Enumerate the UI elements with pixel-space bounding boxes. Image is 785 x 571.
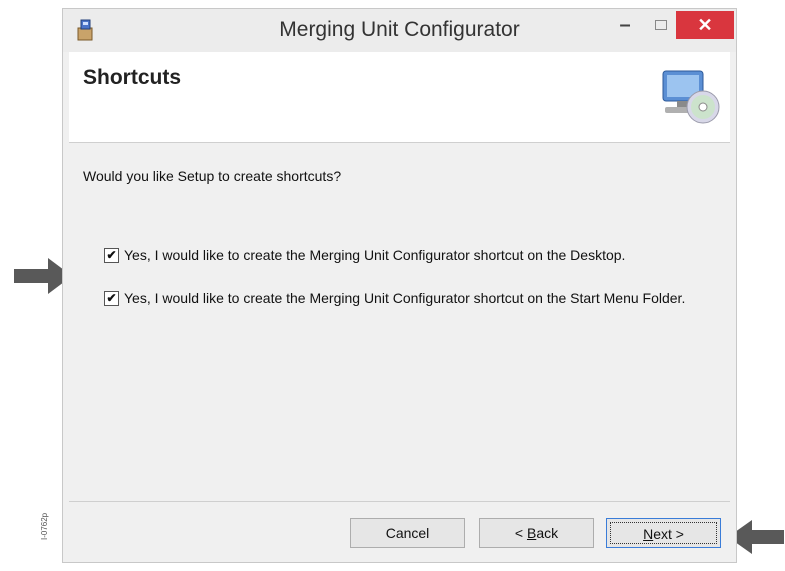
footer-divider [69, 501, 730, 502]
prompt-text: Would you like Setup to create shortcuts… [83, 168, 342, 184]
checkmark-icon: ✔ [106, 291, 117, 305]
next-focus-rect: Next > [610, 522, 717, 544]
next-label-rest: ext > [653, 526, 684, 542]
close-button[interactable]: ✕ [676, 11, 734, 39]
back-button[interactable]: < Back [479, 518, 594, 548]
back-accelerator: B [526, 525, 537, 541]
desktop-shortcut-label: Yes, I would like to create the Merging … [124, 247, 626, 263]
page-title: Shortcuts [83, 66, 182, 89]
desktop-shortcut-option[interactable]: ✔ Yes, I would like to create the Mergin… [104, 247, 625, 263]
next-button[interactable]: Next > [606, 518, 721, 548]
title-bar[interactable]: Merging Unit Configurator – ✕ [63, 9, 736, 52]
maximize-icon [655, 19, 667, 30]
figure-id-label: I-0762p [40, 512, 49, 540]
installer-window: Merging Unit Configurator – ✕ Shortcuts … [62, 8, 737, 563]
minimize-button[interactable]: – [613, 11, 637, 39]
back-label-rest: ack [536, 525, 559, 541]
checkmark-icon: ✔ [106, 248, 117, 262]
next-accelerator: N [643, 526, 654, 542]
cancel-button[interactable]: Cancel [350, 518, 465, 548]
wizard-header: Shortcuts [69, 52, 730, 143]
start-menu-shortcut-checkbox[interactable]: ✔ [104, 290, 119, 306]
start-menu-shortcut-option[interactable]: ✔ Yes, I would like to create the Mergin… [104, 290, 685, 306]
desktop-shortcut-checkbox[interactable]: ✔ [104, 247, 119, 263]
maximize-button[interactable] [651, 11, 671, 39]
back-prefix: < [514, 525, 527, 541]
wizard-content: Would you like Setup to create shortcuts… [69, 143, 730, 498]
computer-cd-icon [662, 70, 720, 124]
start-menu-shortcut-label: Yes, I would like to create the Merging … [124, 290, 686, 306]
